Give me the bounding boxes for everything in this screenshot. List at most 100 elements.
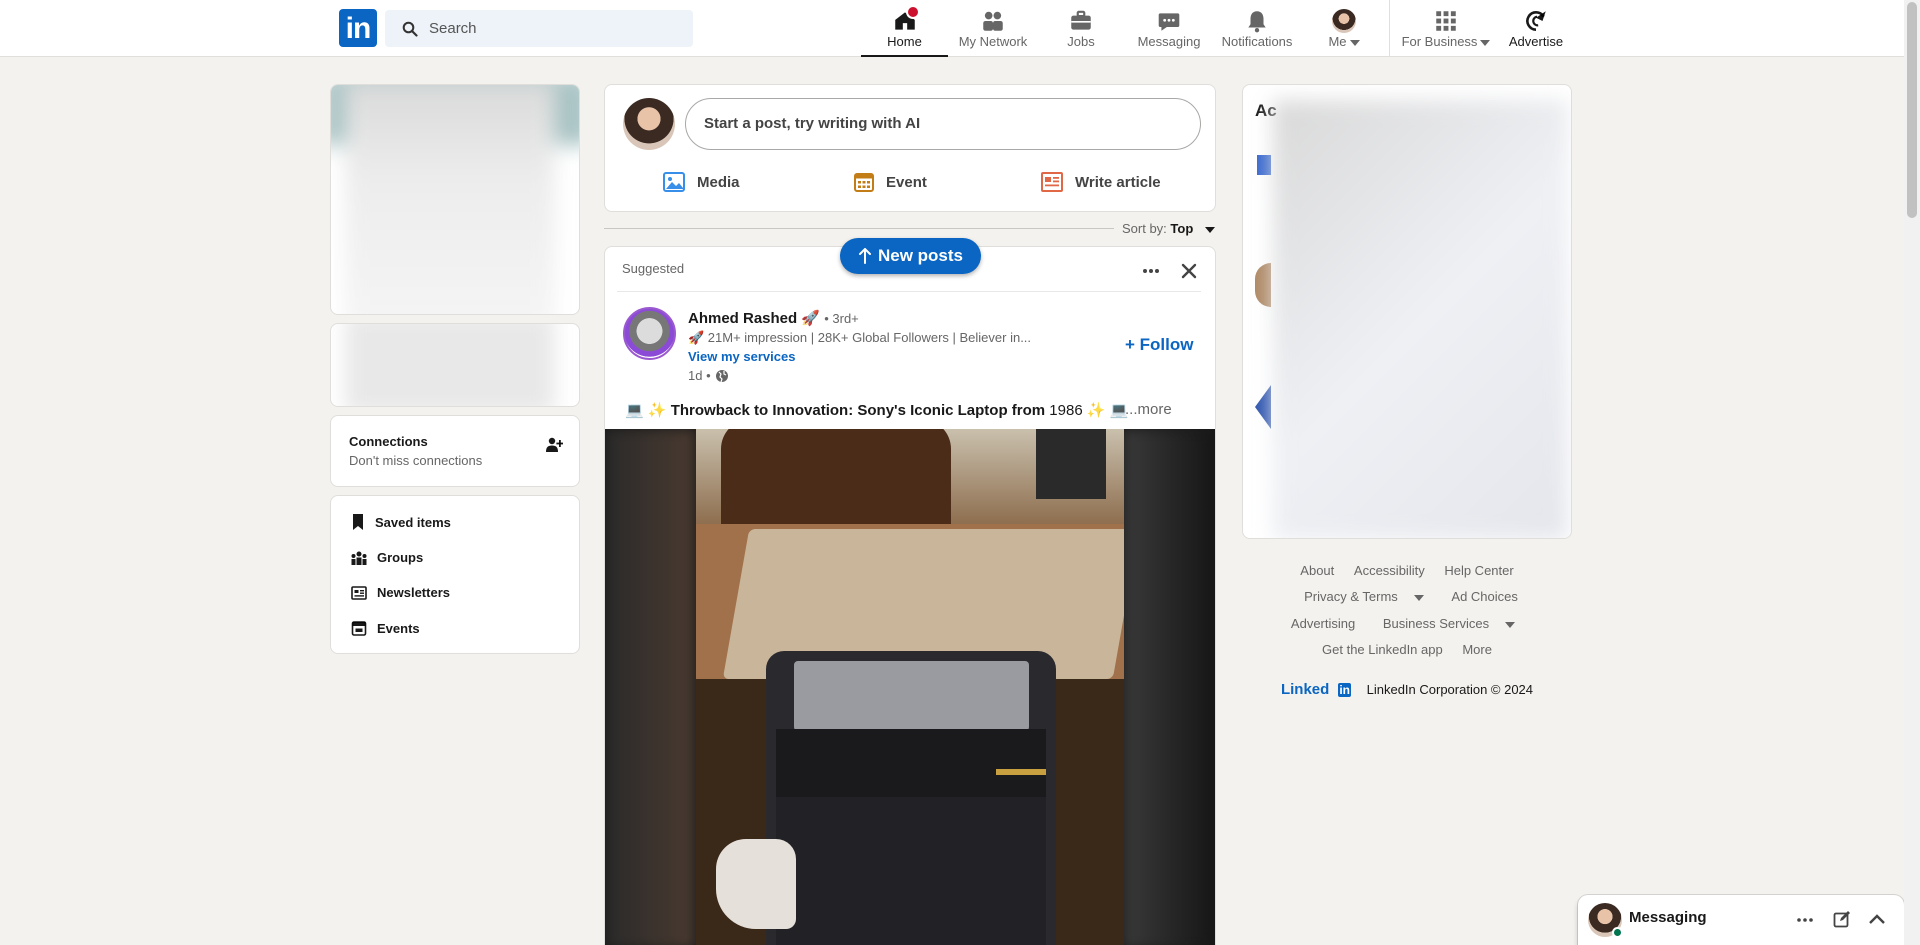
bell-icon (1248, 11, 1266, 33)
nav-me[interactable]: Me (1302, 0, 1386, 57)
nav-jobs-label: Jobs (1067, 34, 1095, 49)
newsletters-link[interactable]: Newsletters (351, 585, 450, 600)
follow-button[interactable]: + Follow (1125, 335, 1193, 355)
chevron-down-icon (1505, 621, 1516, 628)
nav-home-label: Home (887, 34, 922, 49)
online-status-dot (1612, 927, 1623, 938)
user-avatar (623, 98, 675, 150)
see-more-link[interactable]: ...more (1125, 401, 1172, 418)
post-header-divider (617, 291, 1201, 292)
write-article-label: Write article (1075, 173, 1161, 191)
write-article-button[interactable]: Write article (1041, 167, 1161, 197)
author-tagline: 🚀 21M+ impression | 28K+ Global Follower… (688, 330, 1032, 345)
saved-items-label: Saved items (375, 514, 451, 530)
more-options-icon[interactable] (1796, 913, 1814, 927)
sort-value: Top (1170, 221, 1194, 236)
groups-link[interactable]: Groups (351, 550, 423, 565)
search-icon (402, 21, 418, 37)
author-avatar[interactable] (623, 307, 676, 360)
sort-divider (604, 228, 1114, 229)
newsletters-label: Newsletters (377, 585, 450, 600)
ad-icon-1 (1257, 155, 1271, 175)
chevron-down-icon (1204, 226, 1215, 233)
briefcase-icon (1071, 10, 1091, 30)
chevron-down-icon (1480, 39, 1491, 46)
footer-accessibility[interactable]: Accessibility (1354, 563, 1425, 578)
groups-icon (351, 551, 367, 565)
footer-links-row-4: Get the LinkedIn app More (1242, 642, 1572, 657)
footer-more[interactable]: More (1462, 642, 1492, 657)
grid-apps-icon (1436, 11, 1456, 31)
search-box[interactable] (385, 10, 693, 47)
globe-icon (715, 369, 728, 382)
footer-ad-choices[interactable]: Ad Choices (1451, 589, 1517, 604)
people-icon (983, 11, 1003, 31)
nav-messaging-label: Messaging (1137, 34, 1201, 49)
feed-post: Suggested Ahmed Rashed 🚀 • 3rd+ 🚀 21M+ i… (604, 246, 1216, 945)
sort-dropdown[interactable]: Sort by: Top (1122, 221, 1215, 236)
nav-for-business[interactable]: For Business (1396, 0, 1496, 57)
start-post-button[interactable]: Start a post, try writing with AI (685, 98, 1201, 150)
nav-home[interactable]: Home (861, 0, 948, 57)
footer-copyright: Linked in LinkedIn Corporation © 2024 (1242, 681, 1572, 698)
connections-title: Connections (349, 434, 428, 449)
footer-privacy-terms[interactable]: Privacy & Terms (1296, 589, 1432, 604)
nav-my-network[interactable]: My Network (950, 0, 1036, 57)
compose-icon[interactable] (1833, 910, 1851, 928)
ad-icon-2 (1255, 263, 1271, 307)
chevron-up-icon[interactable] (1868, 912, 1886, 926)
article-icon (1041, 172, 1063, 192)
calendar-icon (351, 621, 367, 636)
add-person-icon[interactable] (545, 436, 563, 454)
chevron-down-icon (1349, 39, 1360, 46)
video-left-blur (605, 429, 695, 945)
profile-blurred-content (345, 85, 555, 314)
new-posts-label: New posts (877, 246, 964, 265)
view-services-link[interactable]: View my services (688, 349, 795, 364)
new-posts-button[interactable]: New posts (840, 238, 981, 274)
post-video[interactable] (605, 429, 1215, 945)
search-input[interactable] (429, 10, 679, 47)
events-label: Events (377, 620, 420, 636)
footer-advertising[interactable]: Advertising (1291, 616, 1355, 631)
footer-about[interactable]: About (1300, 563, 1334, 578)
connections-subtitle: Don't miss connections (349, 453, 483, 468)
footer-business-services[interactable]: Business Services (1375, 616, 1523, 631)
saved-items-link[interactable]: Saved items (351, 514, 451, 530)
suggested-label: Suggested (622, 261, 685, 276)
profile-card[interactable] (330, 84, 580, 315)
footer-get-app[interactable]: Get the LinkedIn app (1322, 642, 1443, 657)
more-options-icon[interactable] (1141, 263, 1161, 279)
video-frame (696, 429, 1124, 945)
nav-divider (1389, 0, 1390, 57)
events-link[interactable]: Events (351, 620, 420, 636)
nav-jobs[interactable]: Jobs (1038, 0, 1124, 57)
footer-help-center[interactable]: Help Center (1444, 563, 1513, 578)
messaging-overlay[interactable]: Messaging (1578, 895, 1904, 945)
profile-analytics-card[interactable] (330, 323, 580, 407)
nav-messaging[interactable]: Messaging (1126, 0, 1212, 57)
scrollbar-thumb[interactable] (1907, 2, 1917, 218)
share-box: Start a post, try writing with AI Media … (604, 84, 1216, 212)
arrow-up-icon (858, 248, 871, 264)
video-right-blur (1123, 429, 1215, 945)
footer-links-row-3: Advertising Business Services (1242, 616, 1572, 631)
nav-notifications[interactable]: Notifications (1214, 0, 1300, 57)
bookmark-icon (353, 514, 363, 530)
close-icon[interactable] (1180, 262, 1198, 280)
ad-card[interactable]: Ac (1242, 84, 1572, 539)
ad-icon-3 (1255, 385, 1271, 429)
newsletter-icon (351, 585, 367, 600)
shortcuts-card: Saved items Groups Newsletters Events (330, 495, 580, 654)
notification-dot (906, 5, 921, 19)
linkedin-logo-icon[interactable]: in (339, 9, 377, 47)
advertise-icon (1526, 11, 1546, 31)
footer-links-row-2: Privacy & Terms Ad Choices (1242, 589, 1572, 604)
media-button[interactable]: Media (663, 167, 740, 197)
nav-advertise[interactable]: Advertise (1500, 0, 1572, 57)
author-name[interactable]: Ahmed Rashed 🚀 • 3rd+ (688, 309, 859, 327)
event-button[interactable]: Event (854, 167, 927, 197)
connections-card[interactable]: Connections Don't miss connections (330, 415, 580, 487)
nav-my-network-label: My Network (958, 34, 1028, 49)
groups-label: Groups (377, 550, 424, 565)
